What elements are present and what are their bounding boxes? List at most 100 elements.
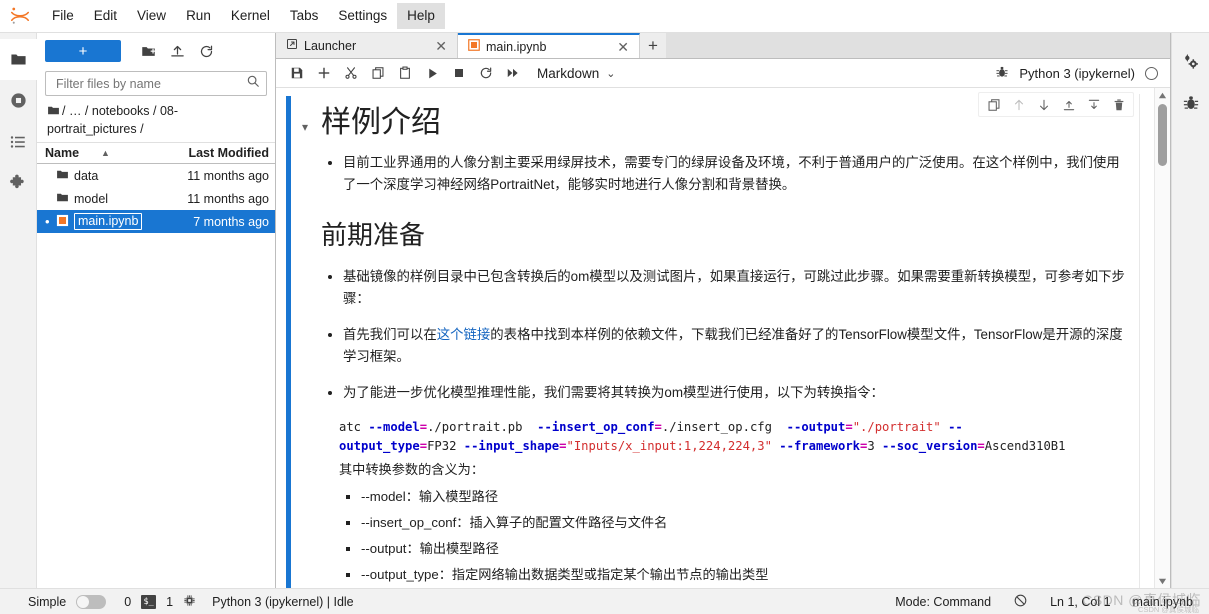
left-activity-bar: [0, 33, 37, 588]
close-icon[interactable]: ✕: [615, 40, 631, 54]
add-cell-icon[interactable]: [311, 61, 337, 85]
menu-settings[interactable]: Settings: [328, 3, 397, 30]
cell-collapse-caret-icon[interactable]: ▾: [291, 94, 319, 588]
tab-bar: Launcher ✕ main.ipynb ✕ +: [276, 33, 1170, 59]
menu-edit[interactable]: Edit: [84, 3, 127, 30]
code-snippet-atc: atc --model=./portrait.pb --insert_op_co…: [339, 418, 1125, 456]
status-notebook-name: main.ipynb: [1132, 594, 1193, 609]
tab-launcher[interactable]: Launcher ✕: [276, 33, 458, 58]
run-icon[interactable]: [419, 61, 445, 85]
refresh-icon[interactable]: [193, 39, 220, 63]
sidebar-item-property-inspector[interactable]: [1172, 41, 1209, 82]
list-item: --model：输入模型路径: [361, 488, 1125, 505]
status-bar-left: Simple 0 $_ 1 Python 3 (ipykernel) | Idl…: [0, 594, 354, 610]
folder-icon: [56, 168, 69, 184]
list-item-selected[interactable]: • main.ipynb 7 months ago: [37, 210, 275, 233]
reference-link[interactable]: 这个链接: [437, 327, 491, 342]
move-cell-down-icon[interactable]: [1035, 96, 1052, 113]
simple-mode-toggle[interactable]: [76, 594, 107, 609]
scroll-up-arrow-icon[interactable]: [1158, 88, 1167, 102]
restart-run-all-icon[interactable]: [500, 61, 526, 85]
notebook-cells: ▾ 样例介绍 目前工业界通用的人像分割主要采用绿屏技术，需要专门的绿屏设备及环境…: [276, 88, 1154, 588]
sidebar-item-extension-manager[interactable]: [0, 162, 37, 203]
notebook-scrollbar[interactable]: [1154, 88, 1170, 588]
code-line-2: output_type=FP32 --input_shape="Inputs/x…: [339, 439, 1066, 453]
file-name: data: [74, 168, 99, 183]
sidebar-item-commands[interactable]: [0, 121, 37, 162]
scrollbar-track[interactable]: [1155, 102, 1170, 574]
search-icon: [246, 74, 260, 93]
cut-icon[interactable]: [338, 61, 364, 85]
breadcrumb-path[interactable]: / … / notebooks / 08-portrait_pictures /: [47, 104, 178, 136]
chevron-down-icon: ⌄: [606, 67, 616, 80]
file-modified: 11 months ago: [187, 191, 269, 206]
list-item[interactable]: data 11 months ago: [37, 164, 275, 187]
new-tab-button[interactable]: +: [640, 33, 666, 58]
menu-view[interactable]: View: [127, 3, 176, 30]
close-icon[interactable]: ✕: [433, 39, 449, 53]
sidebar-item-debugger[interactable]: [1172, 82, 1209, 123]
new-launcher-button[interactable]: +: [45, 40, 121, 62]
menu-kernel[interactable]: Kernel: [221, 3, 280, 30]
code-line-1: atc --model=./portrait.pb --insert_op_co…: [339, 420, 963, 434]
notebook-toolbar: Markdown ⌄ Python 3 (ipykernel): [276, 59, 1170, 88]
file-list-header: Name ▲ Last Modified: [37, 142, 275, 164]
row-dot: •: [45, 214, 50, 229]
kernel-name[interactable]: Python 3 (ipykernel): [1019, 66, 1135, 81]
file-filter-box[interactable]: [45, 71, 267, 96]
column-header-name[interactable]: Name ▲: [45, 146, 171, 160]
copy-icon[interactable]: [365, 61, 391, 85]
document-area: Launcher ✕ main.ipynb ✕ + Markdown ⌄ Pyt…: [276, 33, 1171, 588]
file-modified: 11 months ago: [187, 168, 269, 183]
code-caption: 其中转换参数的含义为：: [339, 462, 485, 477]
restart-icon[interactable]: [473, 61, 499, 85]
delete-cell-icon[interactable]: [1110, 96, 1127, 113]
save-icon[interactable]: [284, 61, 310, 85]
tab-main-ipynb[interactable]: main.ipynb ✕: [458, 33, 640, 58]
list-item: 目前工业界通用的人像分割主要采用绿屏技术，需要专门的绿屏设备及环境，不利于普通用…: [343, 152, 1125, 196]
upload-icon[interactable]: [164, 39, 191, 63]
notebook-cell-markdown[interactable]: ▾ 样例介绍 目前工业界通用的人像分割主要采用绿屏技术，需要专门的绿屏设备及环境…: [286, 94, 1140, 588]
right-activity-bar: [1171, 33, 1209, 588]
file-list: data 11 months ago model 11 months ago •…: [37, 164, 275, 588]
tab-label: main.ipynb: [486, 39, 547, 54]
insert-cell-above-icon[interactable]: [1060, 96, 1077, 113]
section-heading-preparation: 前期准备: [321, 220, 426, 251]
no-connection-icon[interactable]: [1013, 593, 1028, 611]
list-item: --insert_op_conf：插入算子的配置文件路径与文件名: [361, 514, 1125, 531]
status-bar: Simple 0 $_ 1 Python 3 (ipykernel) | Idl…: [0, 588, 1209, 614]
new-folder-icon[interactable]: [135, 39, 162, 63]
sidebar-item-running-terminals[interactable]: [0, 80, 37, 121]
notebook-icon: [56, 214, 69, 230]
duplicate-cell-icon[interactable]: [985, 96, 1002, 113]
menu-help[interactable]: Help: [397, 2, 445, 30]
move-cell-up-icon[interactable]: [1010, 96, 1027, 113]
breadcrumb[interactable]: / … / notebooks / 08-portrait_pictures /: [37, 100, 275, 142]
column-header-last-modified[interactable]: Last Modified: [171, 146, 275, 160]
kernel-status-text[interactable]: Python 3 (ipykernel) | Idle: [212, 595, 354, 609]
sidebar-item-file-browser[interactable]: [0, 39, 37, 80]
stop-icon[interactable]: [446, 61, 472, 85]
menu-tabs[interactable]: Tabs: [280, 3, 329, 30]
terminal-icon[interactable]: $_: [141, 594, 157, 609]
file-browser-toolbar: +: [37, 33, 275, 69]
sort-ascending-icon: ▲: [101, 148, 110, 158]
collapse-caret-glyph: ▾: [301, 120, 309, 134]
menu-run[interactable]: Run: [176, 3, 221, 30]
breadcrumb-root-folder-icon[interactable]: [47, 104, 60, 121]
scrollbar-thumb[interactable]: [1158, 104, 1167, 166]
insert-cell-below-icon[interactable]: [1085, 96, 1102, 113]
list-item: 为了能进一步优化模型推理性能，我们需要将其转换为om模型进行使用，以下为转换指令…: [343, 382, 1125, 404]
filter-files-input[interactable]: [54, 75, 246, 92]
menu-file[interactable]: File: [42, 3, 84, 30]
intro-list: 目前工业界通用的人像分割主要采用绿屏技术，需要专门的绿屏设备及环境，不利于普通用…: [321, 152, 1125, 196]
debugger-bug-icon[interactable]: [995, 65, 1009, 82]
paste-icon[interactable]: [392, 61, 418, 85]
cell-type-dropdown[interactable]: Markdown ⌄: [537, 66, 616, 81]
list-item[interactable]: model 11 months ago: [37, 187, 275, 210]
scroll-down-arrow-icon[interactable]: [1158, 574, 1167, 588]
list-item: --output_type：指定网络输出数据类型或指定某个输出节点的输出类型: [361, 566, 1125, 583]
kernel-indicator: Python 3 (ipykernel): [995, 65, 1170, 82]
kernel-chip-icon[interactable]: [183, 594, 196, 610]
cell-content: 样例介绍 目前工业界通用的人像分割主要采用绿屏技术，需要专门的绿屏设备及环境，不…: [319, 94, 1140, 588]
